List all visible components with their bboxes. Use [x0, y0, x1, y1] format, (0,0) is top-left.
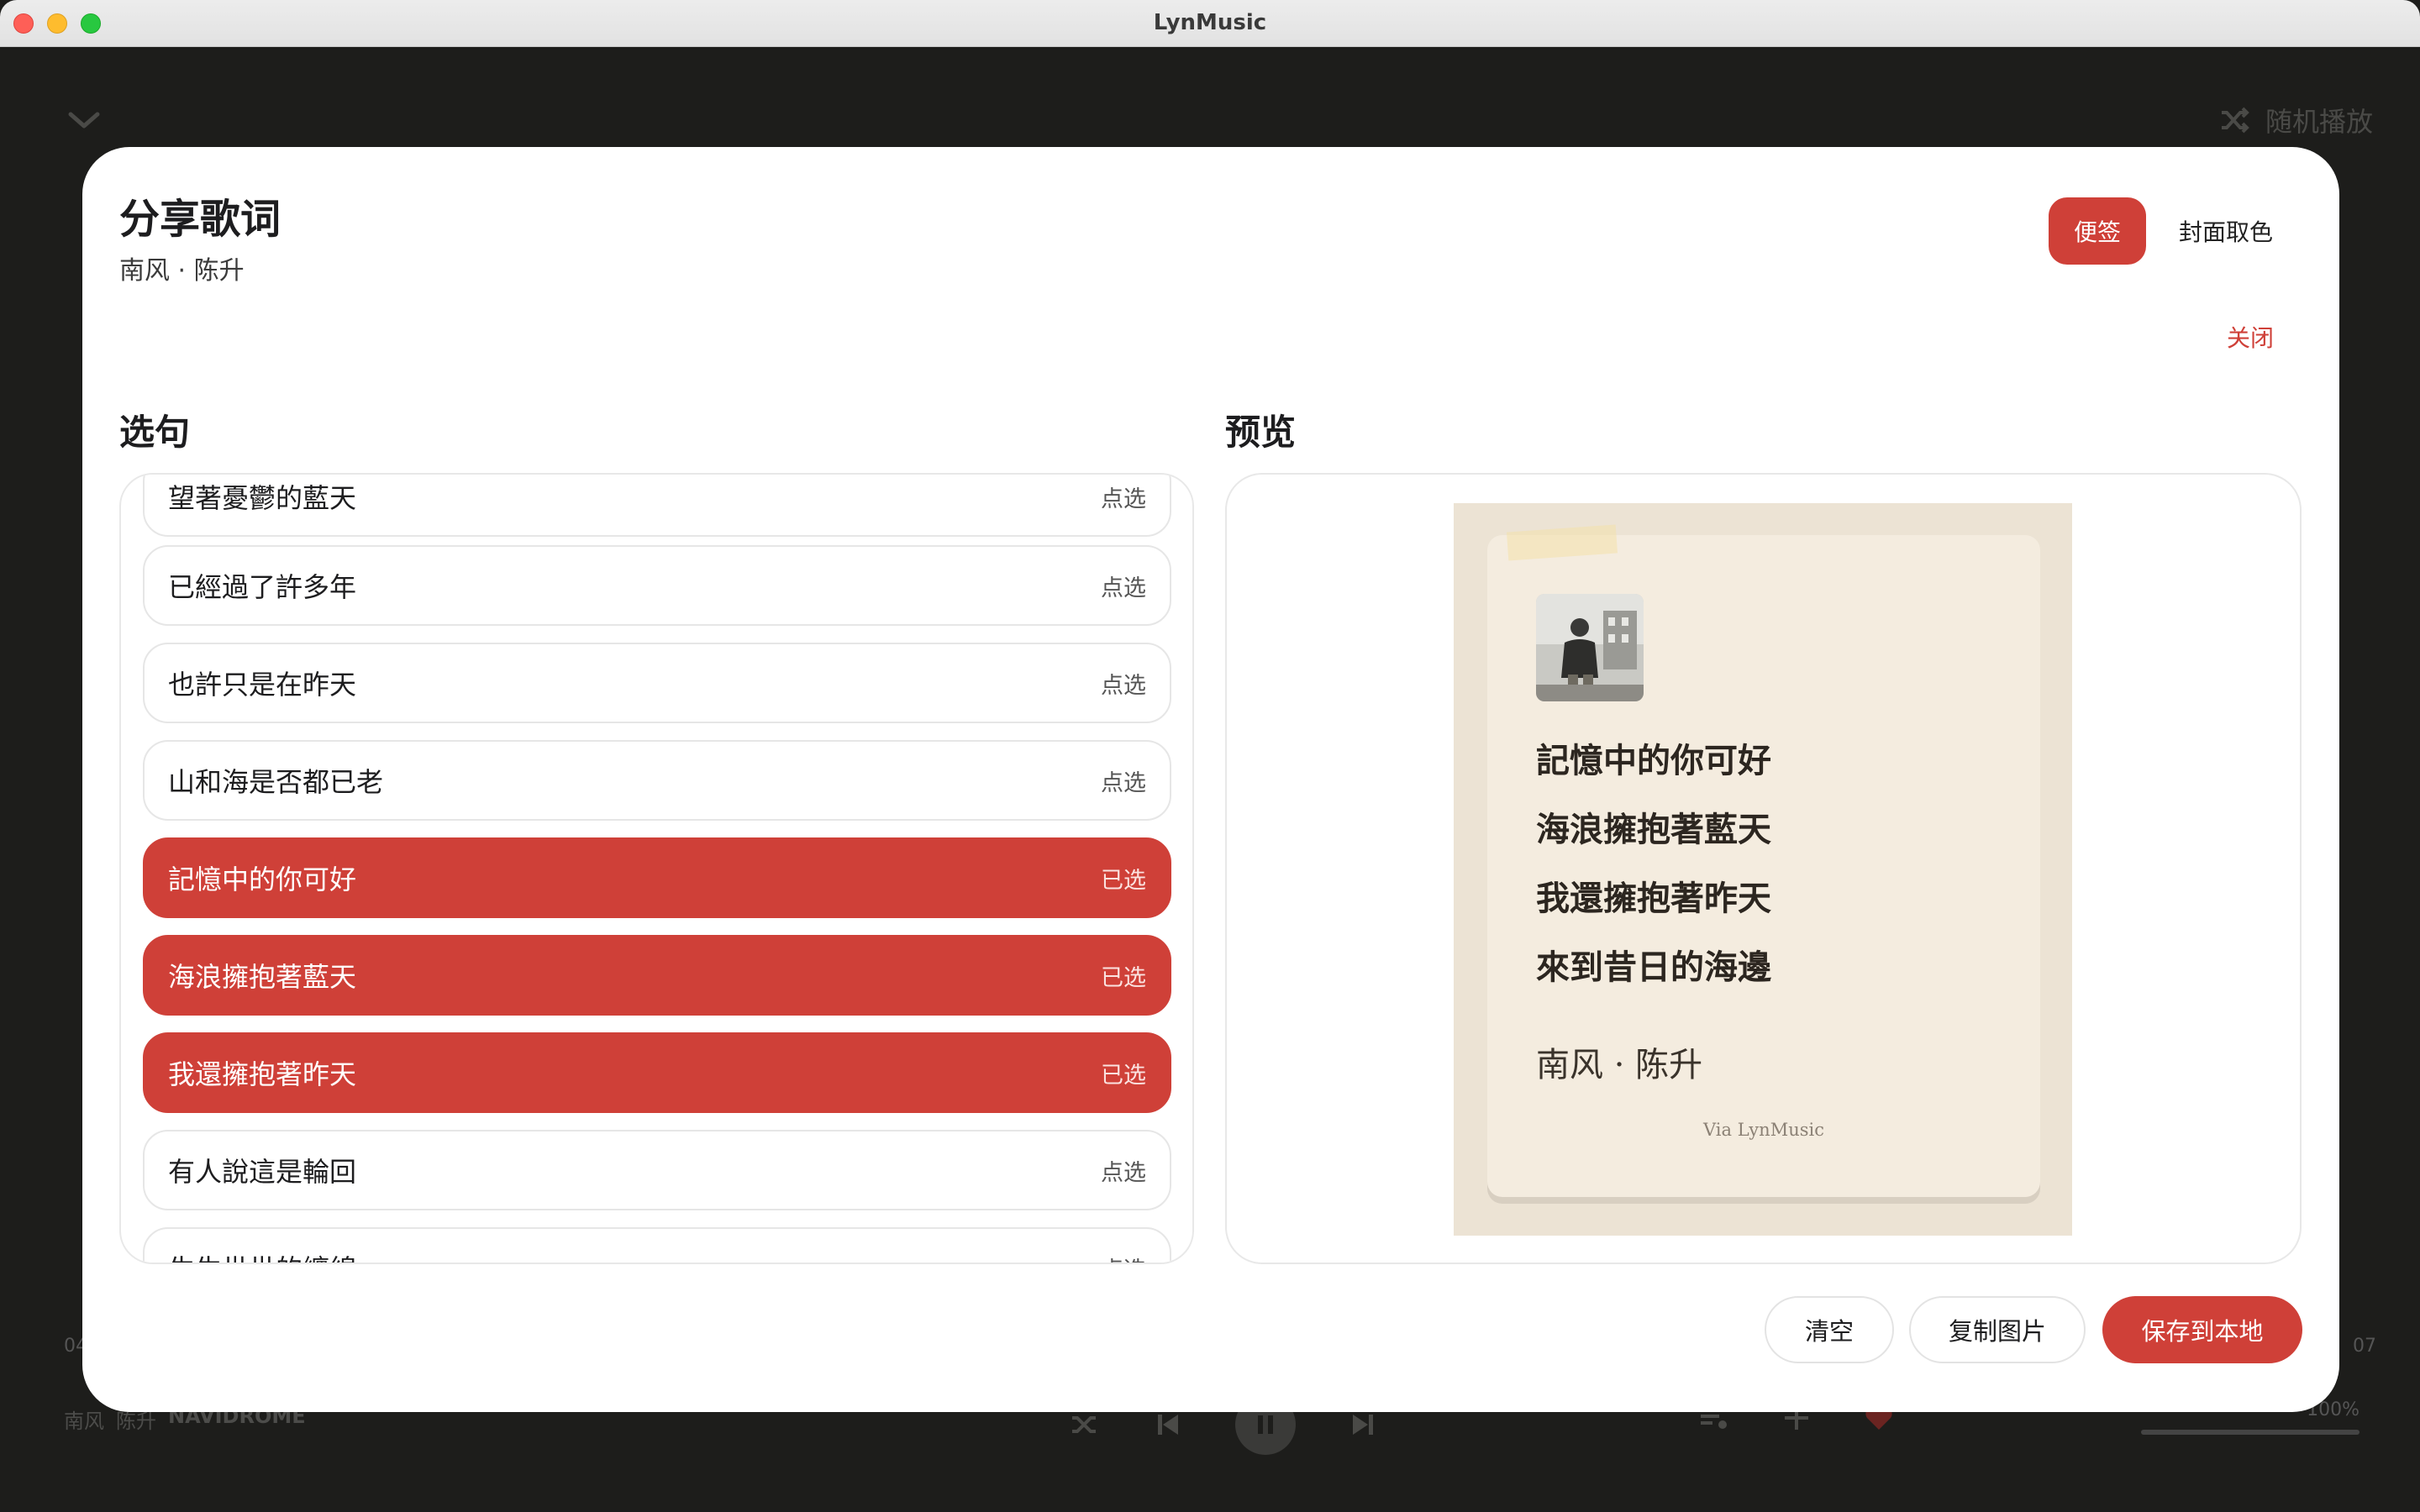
lyric-line-item[interactable]: 望著憂鬱的藍天 点选	[143, 475, 1171, 537]
now-playing-song: 南风	[64, 1410, 104, 1433]
select-lines-heading: 选句	[119, 412, 191, 453]
preview-lyric-line: 記憶中的你可好	[1536, 741, 1771, 780]
window-title: LynMusic	[1153, 10, 1267, 35]
previous-icon[interactable]	[1151, 1408, 1185, 1441]
preview-lyric-line: 我還擁抱著昨天	[1536, 879, 1771, 918]
dialog-subtitle: 南风 · 陈升	[119, 256, 245, 286]
lyric-line-text: 望著憂鬱的藍天	[168, 482, 357, 514]
shuffle-icon[interactable]	[1067, 1408, 1101, 1441]
lyric-line-text: 也許只是在昨天	[168, 669, 357, 701]
preview-panel: 記憶中的你可好 海浪擁抱著藍天 我還擁抱著昨天 來到昔日的海邊 南风 · 陈升 …	[1225, 473, 2302, 1264]
lyric-line-status: 已选	[1101, 867, 1146, 894]
lyric-line-text: 已經過了許多年	[168, 571, 357, 603]
lyric-line-text: 我還擁抱著昨天	[168, 1058, 357, 1090]
lyric-line-status: 点选	[1101, 575, 1146, 601]
album-cover-image	[1536, 594, 1644, 701]
lyric-line-item-selected[interactable]: 記憶中的你可好 已选	[143, 837, 1171, 918]
tape-decoration	[1506, 524, 1618, 561]
lyric-line-text: 海浪擁抱著藍天	[168, 961, 357, 993]
lyric-line-item[interactable]: 已經過了許多年 点选	[143, 545, 1171, 626]
save-locally-button[interactable]: 保存到本地	[2102, 1296, 2302, 1363]
lyric-line-text: 有人說這是輪回	[168, 1156, 357, 1188]
chevron-down-icon[interactable]	[66, 108, 103, 133]
lyric-line-item[interactable]: 有人說這是輪回 点选	[143, 1130, 1171, 1210]
next-icon[interactable]	[1346, 1408, 1380, 1441]
total-time: 07	[2353, 1336, 2376, 1357]
lyric-line-item[interactable]: 生生世世的纏綿 点选	[143, 1227, 1171, 1263]
preview-song-meta: 南风 · 陈升	[1536, 1046, 1703, 1084]
lyric-line-item[interactable]: 山和海是否都已老 点选	[143, 740, 1171, 821]
preview-lyric-lines: 記憶中的你可好 海浪擁抱著藍天 我還擁抱著昨天 來到昔日的海邊	[1536, 727, 1771, 1002]
shuffle-play-label: 随机播放	[2265, 106, 2373, 138]
lyric-lines-list[interactable]: 望著憂鬱的藍天 点选 已經過了許多年 点选 也許只是在昨天 点选 山和海是否都已…	[119, 473, 1194, 1264]
lyric-line-status: 点选	[1101, 1252, 1146, 1263]
volume-slider[interactable]	[2141, 1430, 2360, 1435]
share-lyrics-dialog: 分享歌词 南风 · 陈升 便签 封面取色 关闭 选句 预览 望著憂鬱的藍天 点选…	[82, 147, 2339, 1412]
shuffle-icon	[2221, 107, 2249, 134]
lyric-line-item-selected[interactable]: 我還擁抱著昨天 已选	[143, 1032, 1171, 1113]
copy-image-button[interactable]: 复制图片	[1909, 1296, 2086, 1363]
lyric-line-status: 点选	[1101, 1159, 1146, 1186]
lyric-line-status: 已选	[1101, 964, 1146, 991]
lyric-line-item[interactable]: 也許只是在昨天 点选	[143, 643, 1171, 723]
preview-watermark: Via LynMusic	[1703, 1120, 1824, 1140]
preview-lyric-line: 海浪擁抱著藍天	[1536, 810, 1771, 849]
lyric-line-item-selected[interactable]: 海浪擁抱著藍天 已选	[143, 935, 1171, 1016]
preview-lyric-line: 來到昔日的海邊	[1536, 948, 1771, 987]
style-cover-color-button[interactable]: 封面取色	[2163, 197, 2289, 265]
lyric-line-status: 已选	[1101, 1062, 1146, 1089]
lyric-line-status: 点选	[1101, 672, 1146, 699]
preview-heading: 预览	[1225, 412, 1297, 453]
close-dialog-button[interactable]: 关闭	[2227, 320, 2274, 354]
note-card-background: 記憶中的你可好 海浪擁抱著藍天 我還擁抱著昨天 來到昔日的海邊 南风 · 陈升 …	[1454, 503, 2072, 1236]
clear-button[interactable]: 清空	[1765, 1296, 1894, 1363]
dialog-title: 分享歌词	[119, 196, 281, 243]
shuffle-play-button[interactable]: 随机播放	[2218, 101, 2373, 139]
lyric-line-text: 生生世世的纏綿	[168, 1248, 356, 1263]
lyric-line-text: 山和海是否都已老	[168, 766, 384, 798]
lyric-line-status: 点选	[1101, 769, 1146, 796]
lyric-line-status: 点选	[1101, 486, 1146, 512]
note-card: 記憶中的你可好 海浪擁抱著藍天 我還擁抱著昨天 來到昔日的海邊 南风 · 陈升 …	[1487, 524, 2040, 1197]
pause-icon	[1258, 1415, 1273, 1434]
style-note-button[interactable]: 便签	[2049, 197, 2146, 265]
title-bar: LynMusic	[0, 0, 2420, 47]
lyric-line-text: 記憶中的你可好	[168, 864, 357, 895]
